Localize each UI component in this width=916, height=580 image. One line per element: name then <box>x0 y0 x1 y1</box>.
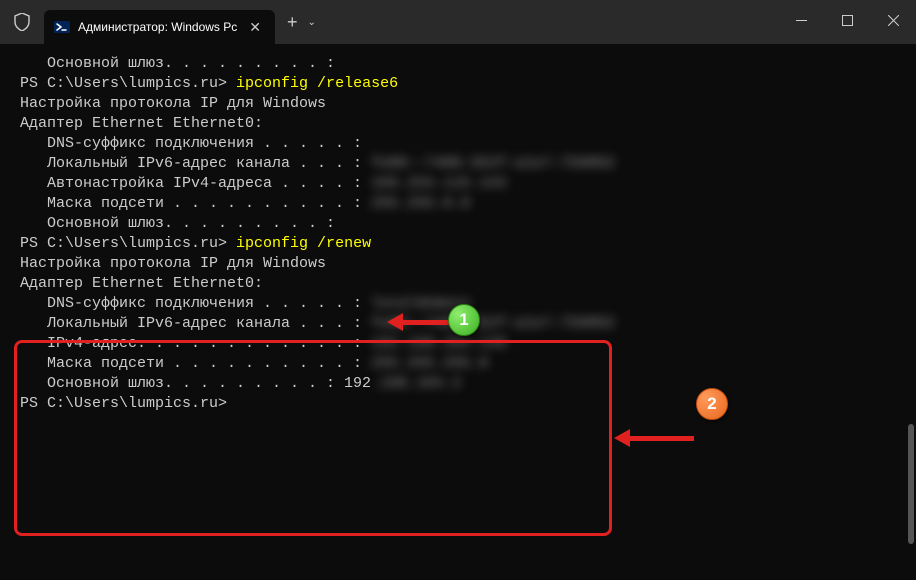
output-line: Маска подсети . . . . . . . . . . : 255.… <box>20 354 896 374</box>
tab-close-button[interactable]: ✕ <box>245 19 265 36</box>
minimize-button[interactable] <box>778 0 824 40</box>
output-line: Адаптер Ethernet Ethernet0: <box>20 274 896 294</box>
window-controls <box>778 0 916 40</box>
prompt-line: PS C:\Users\lumpics.ru> ipconfig /renew <box>20 234 896 254</box>
output-line: Основной шлюз. . . . . . . . . : 192.168… <box>20 374 896 394</box>
scrollbar-thumb[interactable] <box>908 424 914 544</box>
prompt-line: PS C:\Users\lumpics.ru> ipconfig /releas… <box>20 74 896 94</box>
tab-dropdown-button[interactable]: ⌄ <box>308 17 316 28</box>
prompt-line: PS C:\Users\lumpics.ru> <box>20 394 896 414</box>
output-line: Автонастройка IPv4-адреса . . . . : 169.… <box>20 174 896 194</box>
output-line: Настройка протокола IP для Windows <box>20 94 896 114</box>
output-line: IPv4-адрес. . . . . . . . . . . . : 192.… <box>20 334 896 354</box>
output-line: Основной шлюз. . . . . . . . . : <box>20 214 896 234</box>
titlebar: Администратор: Windows Pc ✕ + ⌄ <box>0 0 916 44</box>
output-line: Локальный IPv6-адрес канала . . . : fe80… <box>20 154 896 174</box>
output-line: Настройка протокола IP для Windows <box>20 254 896 274</box>
output-line: Маска подсети . . . . . . . . . . : 255.… <box>20 194 896 214</box>
output-line: Адаптер Ethernet Ethernet0: <box>20 114 896 134</box>
annotation-badge-1: 1 <box>448 304 480 336</box>
annotation-badge-2: 2 <box>696 388 728 420</box>
terminal-window: Администратор: Windows Pc ✕ + ⌄ Основной… <box>0 0 916 580</box>
maximize-button[interactable] <box>824 0 870 40</box>
output-line: DNS-суффикс подключения . . . . . : <box>20 134 896 154</box>
powershell-icon <box>54 19 70 35</box>
close-button[interactable] <box>870 0 916 40</box>
tab-title: Администратор: Windows Pc <box>78 20 237 34</box>
tab-active[interactable]: Администратор: Windows Pc ✕ <box>44 10 275 44</box>
new-tab-button[interactable]: + <box>287 12 298 33</box>
shield-icon <box>12 12 32 32</box>
output-line: Основной шлюз. . . . . . . . . : <box>20 54 896 74</box>
